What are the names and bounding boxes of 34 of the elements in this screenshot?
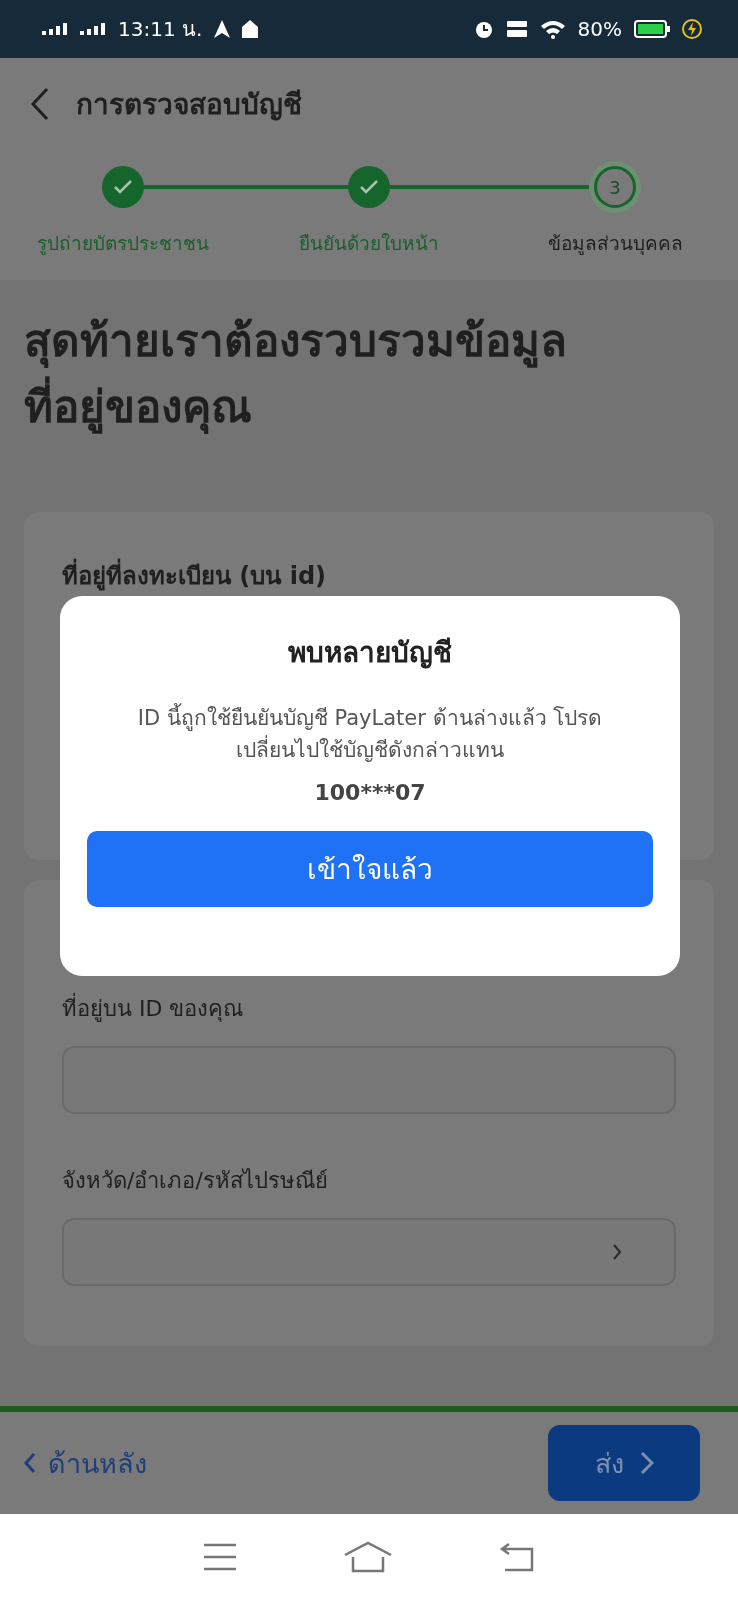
check-icon [359, 179, 379, 195]
battery-icon [634, 20, 670, 38]
return-icon[interactable] [499, 1542, 535, 1572]
check-icon [113, 179, 133, 195]
signal-icon [42, 23, 68, 35]
home-icon[interactable] [343, 1541, 393, 1573]
back-link[interactable]: ด้านหลัง [24, 1441, 147, 1485]
alarm-icon [473, 19, 494, 39]
signal-icon [80, 23, 106, 35]
dialog-message: ID นี้ถูกใช้ยืนยันบัญชี PayLater ด้านล่างแล้ว โปรดเปลี่ยนไปใช้บัญชีดังกล่าวแทน [110, 702, 630, 766]
select-field[interactable] [62, 1218, 676, 1286]
step-label: ข้อมูลส่วนบุคคล [547, 231, 683, 257]
home-icon [242, 20, 259, 38]
confirm-button[interactable]: เข้าใจแล้ว [87, 831, 653, 907]
wifi-icon [539, 19, 566, 39]
submit-button[interactable]: ส่ง [548, 1425, 700, 1501]
step-label: รูปถ่ายบัตรประชาชน [37, 231, 209, 257]
menu-icon[interactable] [203, 1543, 237, 1571]
battery-percent: 80% [577, 17, 622, 41]
page-heading: สุดท้ายเราต้องรวบรวมข้อมูล ที่อยู่ของคุณ [24, 314, 568, 436]
chevron-left-icon [24, 1452, 36, 1474]
chevron-right-icon [639, 1451, 654, 1475]
step-label: ยืนยันด้วยใบหน้า [299, 231, 439, 256]
page-title: การตรวจสอบบัญชี [76, 87, 302, 123]
status-time: 13:11 น. [118, 16, 203, 43]
field-label: จังหวัด/อำเภอ/รหัสไปรษณีย์ [62, 1167, 329, 1195]
card-title: ที่อยู่ที่ลงทะเบียน (บน id) [62, 556, 676, 595]
field-label: ที่อยู่บน ID ของคุณ [62, 994, 676, 1024]
chevron-right-icon [612, 1243, 622, 1261]
charging-icon [682, 19, 702, 39]
account-number: 100***07 [314, 780, 426, 805]
back-icon[interactable] [30, 87, 50, 121]
navigation-arrow-icon [214, 20, 231, 38]
dialog-title: พบหลายบัญชี [288, 635, 452, 671]
